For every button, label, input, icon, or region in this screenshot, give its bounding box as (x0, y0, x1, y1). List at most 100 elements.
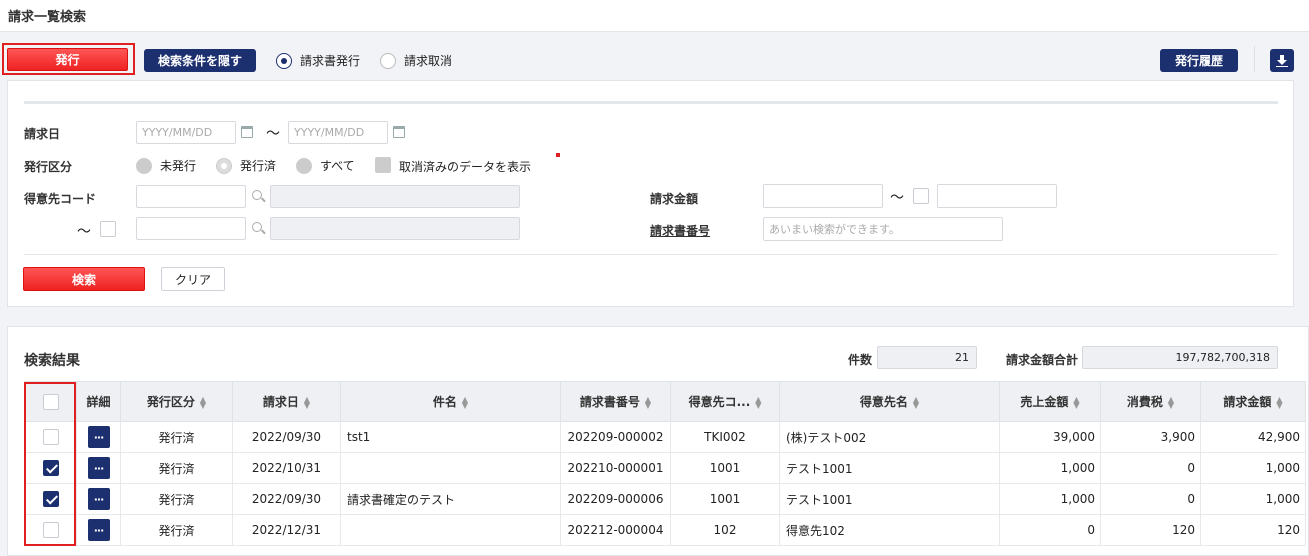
status-issued-label: 発行済 (240, 159, 277, 173)
customer-name-to-display (270, 217, 520, 240)
calendar-icon[interactable] (241, 126, 253, 138)
table-row[interactable]: ··· 発行済 2022/12/31 202212-000004 102 得意先… (24, 514, 1306, 546)
clear-button[interactable]: クリア (161, 267, 225, 291)
table-header: 詳細 発行区分 ▲ ▼ 請求日 ▲ ▼ 件名 ▲ ▼ 請求書番号 ▲ ▼ 得意先コ... ▲ ▼ 得… (24, 381, 1306, 422)
column-header[interactable]: 請求日 ▲ ▼ (232, 381, 341, 422)
customer-code-cell: 1001 (670, 452, 780, 484)
count-value: 21 (877, 346, 977, 369)
detail-button[interactable]: ··· (87, 519, 110, 541)
column-header[interactable]: 請求金額 ▲ ▼ (1200, 381, 1306, 422)
sort-icon[interactable]: ▲ ▼ (304, 395, 310, 409)
status-all-label: すべて (320, 159, 355, 173)
column-header[interactable]: 請求書番号 ▲ ▼ (560, 381, 671, 422)
toolbar-divider (1254, 46, 1255, 72)
download-icon (1276, 54, 1288, 67)
invoice-no-label[interactable]: 請求書番号 (650, 222, 710, 239)
sales-cell: 1,000 (999, 483, 1101, 515)
sort-icon[interactable]: ▲ ▼ (755, 395, 761, 409)
table-row[interactable]: ··· 発行済 2022/10/31 202210-000001 1001 テス… (24, 452, 1306, 484)
tax-cell: 3,900 (1100, 421, 1201, 453)
hide-conditions-button[interactable]: 検索条件を隠す (144, 49, 256, 72)
panel-header-rule (24, 101, 1278, 104)
download-button[interactable] (1270, 49, 1294, 72)
invoice-no-cell: 202209-000002 (560, 421, 671, 453)
date-cell: 2022/09/30 (232, 421, 341, 453)
customer-range-checkbox[interactable] (100, 221, 116, 237)
results-title: 検索結果 (24, 353, 80, 369)
issue-button[interactable]: 発行 (7, 48, 128, 71)
amount-cell: 1,000 (1200, 452, 1306, 484)
amount-range-checkbox[interactable] (913, 188, 929, 204)
sort-icon[interactable]: ▲ ▼ (1276, 395, 1282, 409)
sort-icon[interactable]: ▲ ▼ (913, 395, 919, 409)
sort-icon[interactable]: ▲ ▼ (645, 395, 651, 409)
status-cell: 発行済 (120, 483, 233, 515)
detail-button[interactable]: ··· (87, 457, 110, 479)
mode-issue-radio[interactable]: 請求書発行 (276, 52, 360, 69)
sales-cell: 1,000 (999, 452, 1101, 484)
status-unissued-label: 未発行 (160, 159, 197, 173)
status-unissued-radio[interactable]: 未発行 (136, 157, 196, 174)
calendar-icon[interactable] (393, 126, 405, 138)
invoice-no-cell: 202209-000006 (560, 483, 671, 515)
column-header[interactable]: 件名 ▲ ▼ (340, 381, 561, 422)
status-cell: 発行済 (120, 421, 233, 453)
detail-button[interactable]: ··· (87, 488, 110, 510)
total-value: 197,782,700,318 (1082, 346, 1278, 369)
checkbox-column-highlight (24, 382, 76, 546)
sort-icon[interactable]: ▲ ▼ (1073, 395, 1079, 409)
amount-from-input[interactable] (763, 184, 883, 208)
page-title: 請求一覧検索 (8, 10, 87, 25)
column-header: 詳細 (76, 381, 121, 422)
sales-cell: 0 (999, 514, 1101, 546)
radio-selected-icon (276, 52, 292, 69)
customer-name-cell: (株)テスト002 (779, 421, 1000, 453)
column-header[interactable]: 得意先コ... ▲ ▼ (670, 381, 780, 422)
invoice-no-input[interactable]: あいまい検索ができます。 (763, 217, 1003, 241)
mode-issue-label: 請求書発行 (300, 54, 361, 68)
show-cancelled-label: 取消済みのデータを表示 (399, 160, 532, 174)
column-header[interactable]: 消費税 ▲ ▼ (1100, 381, 1201, 422)
tax-cell: 0 (1100, 452, 1201, 484)
subject-cell: 請求書確定のテスト (340, 483, 561, 515)
amount-to-input[interactable] (937, 184, 1057, 208)
customer-code-cell: TKI002 (670, 421, 780, 453)
search-button[interactable]: 検索 (23, 267, 145, 291)
history-button[interactable]: 発行履歴 (1160, 49, 1238, 72)
status-all-radio[interactable]: すべて (296, 157, 355, 174)
search-icon[interactable] (252, 222, 262, 232)
column-header[interactable]: 売上金額 ▲ ▼ (999, 381, 1101, 422)
customer-code-label: 得意先コード (24, 192, 97, 206)
customer-code-cell: 102 (670, 514, 780, 546)
date-cell: 2022/10/31 (232, 452, 341, 484)
radio-selected-disabled-icon (216, 157, 232, 174)
customer-name-cell: テスト1001 (779, 483, 1000, 515)
date-to-input[interactable]: YYYY/MM/DD (288, 121, 388, 144)
sort-icon[interactable]: ▲ ▼ (1168, 395, 1174, 409)
table-row[interactable]: ··· 発行済 2022/09/30 tst1 202209-000002 TK… (24, 421, 1306, 453)
panel-divider (24, 254, 1278, 255)
amount-range-tilde: 〜 (890, 190, 904, 206)
amount-cell: 1,000 (1200, 483, 1306, 515)
amount-cell: 120 (1200, 514, 1306, 546)
status-issued-radio[interactable]: 発行済 (216, 157, 276, 174)
customer-name-cell: 得意先102 (779, 514, 1000, 546)
customer-code-to-input[interactable] (136, 217, 246, 240)
count-label: 件数 (848, 353, 873, 367)
customer-code-from-input[interactable] (136, 185, 246, 208)
sort-icon[interactable]: ▲ ▼ (200, 395, 206, 409)
date-from-input[interactable]: YYYY/MM/DD (136, 121, 236, 144)
status-label: 発行区分 (24, 160, 73, 174)
radio-disabled-icon (136, 157, 152, 174)
column-header[interactable]: 発行区分 ▲ ▼ (120, 381, 233, 422)
sales-cell: 39,000 (999, 421, 1101, 453)
table-row[interactable]: ··· 発行済 2022/09/30 請求書確定のテスト 202209-0000… (24, 483, 1306, 515)
tax-cell: 0 (1100, 483, 1201, 515)
column-header[interactable]: 得意先名 ▲ ▼ (779, 381, 1000, 422)
search-icon[interactable] (252, 190, 262, 200)
detail-button[interactable]: ··· (87, 426, 110, 448)
show-cancelled-checkbox[interactable] (375, 157, 391, 173)
mode-cancel-radio[interactable]: 請求取消 (380, 52, 452, 69)
sort-icon[interactable]: ▲ ▼ (462, 395, 468, 409)
mode-cancel-label: 請求取消 (404, 54, 453, 68)
